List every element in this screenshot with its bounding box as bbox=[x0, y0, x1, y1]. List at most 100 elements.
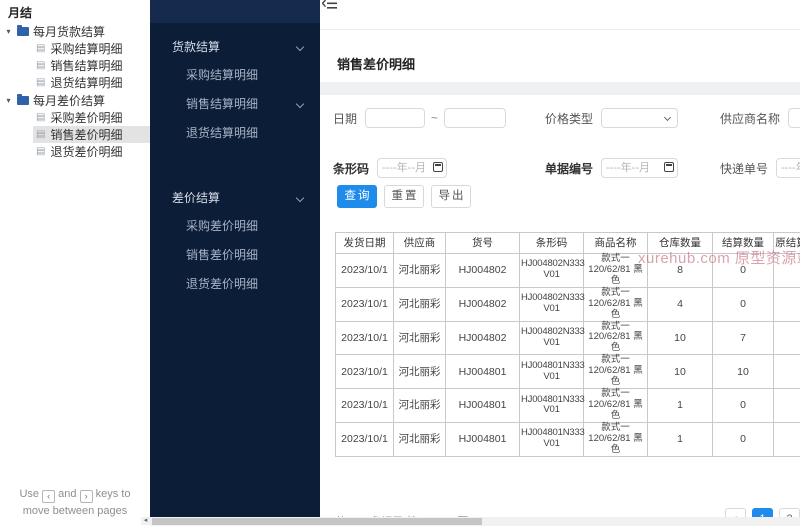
express-no-label: 快递单号 bbox=[720, 161, 769, 176]
table-cell: HJ004802N333 V01 bbox=[519, 253, 585, 288]
table-cell: 河北丽彩 bbox=[393, 253, 446, 288]
tree-item[interactable]: ▤ 销售差价明细 bbox=[0, 126, 150, 143]
table-row[interactable]: 2023/10/1 河北丽彩 HJ004802 HJ004802N333 V01 款式一… bbox=[335, 320, 800, 356]
results-table: 发货日期供应商货号条形码商品名称仓库数量结算数量原结算数量2023/10/1河北… bbox=[335, 232, 800, 457]
folder-icon bbox=[17, 24, 29, 36]
hint-text: Use bbox=[19, 488, 40, 500]
date-from-input[interactable] bbox=[365, 108, 426, 128]
table-cell bbox=[773, 421, 800, 457]
document-icon: ▤ bbox=[36, 42, 46, 54]
table-cell: HJ004801N333 V01 bbox=[519, 388, 585, 423]
menu-item[interactable]: 退货结算明细 bbox=[150, 119, 320, 148]
table-cell: 款式一 120/62/81 黑色 bbox=[583, 253, 648, 288]
express-filter-group: 快递单号 bbox=[720, 158, 800, 178]
table-row[interactable]: 2023/10/1 河北丽彩 HJ004801 HJ004801N333 V01 款式一… bbox=[335, 388, 800, 423]
tree-item-label: 销售差价明细 bbox=[50, 128, 123, 142]
menu-sidebar-header bbox=[150, 0, 320, 23]
content-panel: 日期 ~ 价格类型 供应商名称 条形码 单据编号 bbox=[320, 95, 800, 526]
tree-item[interactable]: ▤ 退货结算明细 bbox=[0, 74, 150, 91]
table-cell: HJ004801N333 V01 bbox=[519, 354, 585, 390]
menu-item[interactable]: 采购差价明细 bbox=[150, 212, 320, 241]
column-header: 仓库数量 bbox=[647, 232, 713, 254]
doc-no-filter-group: 单据编号 bbox=[545, 158, 679, 178]
table-row[interactable]: 2023/10/1 河北丽彩 HJ004801 HJ004801N333 V01 款式一… bbox=[335, 354, 800, 390]
document-icon: ▤ bbox=[36, 145, 46, 157]
barcode-filter-group: 条形码 bbox=[333, 158, 448, 178]
menu-section[interactable]: 货款结算 bbox=[150, 33, 320, 61]
price-type-select[interactable] bbox=[601, 108, 679, 128]
table-cell: 7 bbox=[712, 320, 774, 356]
tree-item[interactable]: ▤ 退货差价明细 bbox=[0, 143, 150, 160]
query-button[interactable]: 查询 bbox=[337, 185, 377, 208]
main-area: 销售差价明细 日期 ~ 价格类型 供应商名称 条形码 单据编号 bbox=[320, 0, 800, 526]
caret-down-icon[interactable]: ▾ bbox=[4, 96, 13, 105]
tree-item-label: 退货结算明细 bbox=[50, 76, 123, 90]
hint-text: and bbox=[58, 488, 77, 500]
tree-group[interactable]: ▾ 每月货款结算 bbox=[0, 22, 150, 40]
table-cell: 2023/10/1 bbox=[335, 286, 394, 322]
horizontal-scrollbar[interactable] bbox=[150, 517, 800, 526]
document-icon: ▤ bbox=[36, 111, 46, 123]
table-cell: 10 bbox=[647, 354, 713, 390]
tree-item[interactable]: ▤ 采购结算明细 bbox=[0, 40, 150, 57]
export-button[interactable]: 导出 bbox=[431, 185, 471, 208]
menu-item[interactable]: 采购结算明细 bbox=[150, 61, 320, 90]
table-cell: HJ004801 bbox=[445, 354, 520, 390]
table-cell: 10 bbox=[647, 320, 713, 356]
collapse-menu-icon[interactable] bbox=[321, 0, 338, 15]
column-header: 条形码 bbox=[519, 232, 584, 254]
tree-item-label: 退货差价明细 bbox=[50, 145, 123, 159]
calendar-icon[interactable] bbox=[664, 162, 675, 172]
supplier-name-label: 供应商名称 bbox=[720, 111, 781, 126]
tree-title: 月结 bbox=[8, 6, 33, 20]
table-cell: 河北丽彩 bbox=[393, 388, 446, 423]
tree-item-label: 采购结算明细 bbox=[50, 42, 123, 56]
tree-root: 月结 ▾ 每月货款结算 ▤ 采购结算明细 ▤ 销售结算明细 ▤ 退货结算明细 ▾ 每月差价结算 ▤ 采… bbox=[0, 0, 150, 160]
table-cell: 2023/10/1 bbox=[335, 421, 394, 457]
table-cell: 2023/10/1 bbox=[335, 253, 394, 288]
tree-item[interactable]: ▤ 销售结算明细 bbox=[0, 57, 150, 74]
table-cell: 10 bbox=[712, 354, 774, 390]
table-cell: 4 bbox=[647, 286, 713, 322]
caret-down-icon[interactable]: ▾ bbox=[4, 27, 13, 36]
table-cell: 2023/10/1 bbox=[335, 388, 394, 423]
table-row[interactable]: 2023/10/1 河北丽彩 HJ004802 HJ004802N333 V01 款式一… bbox=[335, 286, 800, 322]
chevron-down-icon bbox=[663, 113, 672, 122]
left-arrow-key-icon: ‹ bbox=[42, 490, 56, 503]
menu-item[interactable]: 销售结算明细 bbox=[150, 90, 320, 119]
document-icon: ▤ bbox=[36, 76, 46, 88]
date-to-input[interactable] bbox=[444, 108, 507, 128]
table-header-row: 发货日期供应商货号条形码商品名称仓库数量结算数量原结算数量 bbox=[335, 232, 800, 254]
menu-section[interactable]: 差价结算 bbox=[150, 184, 320, 212]
table-cell: 款式一 120/62/81 黑色 bbox=[583, 354, 648, 390]
supplier-name-input[interactable] bbox=[788, 108, 800, 128]
column-header: 货号 bbox=[445, 232, 520, 254]
menu-item[interactable]: 退货差价明细 bbox=[150, 270, 320, 299]
table-cell: HJ004801 bbox=[445, 421, 520, 457]
date-filter-group: 日期 ~ bbox=[333, 108, 507, 128]
price-type-label: 价格类型 bbox=[545, 111, 594, 126]
reset-button[interactable]: 重置 bbox=[384, 185, 424, 208]
table-cell: 河北丽彩 bbox=[393, 286, 446, 322]
table-cell bbox=[773, 354, 800, 390]
menu-item[interactable]: 销售差价明细 bbox=[150, 241, 320, 270]
doc-no-label: 单据编号 bbox=[545, 161, 594, 176]
table-row[interactable]: 2023/10/1 河北丽彩 HJ004801 HJ004801N333 V01 款式一… bbox=[335, 421, 800, 457]
table-cell: 河北丽彩 bbox=[393, 354, 446, 390]
chevron-down-icon bbox=[295, 42, 305, 52]
table-cell: HJ004801N333 V01 bbox=[519, 421, 585, 457]
supplier-filter-group: 供应商名称 bbox=[720, 108, 800, 128]
table-row[interactable]: 2023/10/1 河北丽彩 HJ004802 HJ004802N333 V01 款式一… bbox=[335, 253, 800, 288]
column-header: 商品名称 bbox=[583, 232, 648, 254]
table-cell: 款式一 120/62/81 黑色 bbox=[583, 286, 648, 322]
tree-sidebar: 月结 ▾ 每月货款结算 ▤ 采购结算明细 ▤ 销售结算明细 ▤ 退货结算明细 ▾ 每月差价结算 ▤ 采… bbox=[0, 0, 150, 526]
tree-item[interactable]: ▤ 采购差价明细 bbox=[0, 109, 150, 126]
scroll-left-button[interactable]: ◂ bbox=[141, 517, 150, 525]
table-cell: 款式一 120/62/81 黑色 bbox=[583, 320, 648, 356]
express-no-input[interactable] bbox=[776, 158, 800, 178]
scrollbar-thumb[interactable] bbox=[152, 518, 482, 525]
hint-text: keys to move between pages bbox=[22, 488, 131, 517]
tree-group-label: 每月货款结算 bbox=[33, 24, 106, 39]
calendar-icon[interactable] bbox=[433, 162, 444, 172]
tree-group[interactable]: ▾ 每月差价结算 bbox=[0, 91, 150, 109]
